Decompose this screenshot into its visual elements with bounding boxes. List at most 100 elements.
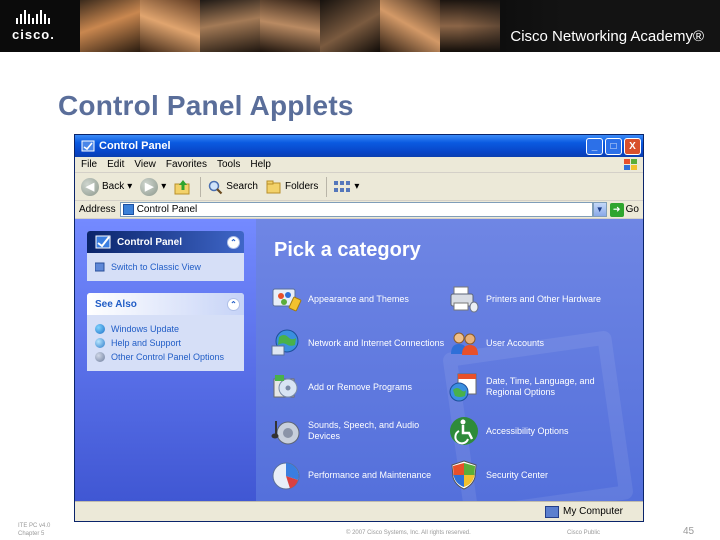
go-label: Go: [625, 204, 639, 215]
banner-photo: [320, 0, 380, 52]
pick-category-heading: Pick a category: [274, 239, 421, 261]
menu-file[interactable]: File: [81, 159, 97, 170]
windows-logo-icon: [624, 158, 637, 170]
networking-academy-logo: Cisco Networking Academy®: [510, 28, 704, 45]
category-performance-maintenance[interactable]: Performance and Maintenance: [270, 453, 448, 497]
category-label: Add or Remove Programs: [308, 381, 413, 392]
window-title: Control Panel: [99, 140, 171, 152]
folders-button[interactable]: Folders: [266, 179, 318, 195]
collapse-icon[interactable]: ⌃: [227, 297, 240, 311]
performance-maintenance-icon: [272, 462, 300, 490]
my-computer-icon: [544, 505, 559, 518]
sounds-audio-icon: [271, 421, 300, 445]
category-label: User Accounts: [486, 337, 545, 348]
category-appearance-themes[interactable]: Appearance and Themes: [270, 277, 448, 321]
search-button[interactable]: Search: [207, 179, 258, 195]
up-folder-icon: [174, 179, 190, 194]
switch-classic-view-link[interactable]: Switch to Classic View: [95, 260, 236, 274]
maximize-button[interactable]: □: [605, 137, 622, 155]
views-button[interactable]: ▾: [333, 180, 359, 194]
search-icon: [209, 180, 223, 194]
window-titlebar[interactable]: Control Panel _ □ X: [75, 135, 643, 157]
footer-course: ITE PC v4.0 Chapter 5: [18, 522, 50, 538]
control-panel-icon: [81, 140, 95, 152]
control-panel-window: Control Panel _ □ X File Edit View Favor…: [74, 134, 644, 522]
category-label: Performance and Maintenance: [308, 469, 432, 480]
footer-copyright: © 2007 Cisco Systems, Inc. All rights re…: [346, 530, 471, 536]
options-icon: [95, 352, 105, 362]
menu-bar: File Edit View Favorites Tools Help: [75, 157, 643, 173]
up-folder-button[interactable]: [174, 178, 192, 196]
cisco-wordmark: cisco.: [12, 27, 55, 42]
banner-photo: [200, 0, 260, 52]
category-user-accounts[interactable]: User Accounts: [448, 321, 626, 365]
classic-view-icon: [95, 262, 105, 272]
category-label: Network and Internet Connections: [308, 337, 445, 348]
address-input[interactable]: Control Panel: [119, 202, 593, 217]
category-label: Appearance and Themes: [308, 293, 409, 304]
category-label: Sounds, Speech, and Audio Devices: [308, 420, 420, 441]
cisco-logo: cisco.: [12, 10, 72, 44]
address-dropdown-button[interactable]: ▼: [592, 202, 607, 217]
category-view: Pick a category Appearance and Themes Pr…: [256, 219, 643, 501]
status-location: My Computer: [562, 506, 623, 517]
control-panel-task-body: Switch to Classic View: [87, 253, 244, 281]
see-also-header[interactable]: See Also ⌃: [87, 293, 244, 315]
category-label: Security Center: [486, 469, 549, 480]
category-label: Printers and Other Hardware: [486, 293, 602, 304]
banner-photo: [140, 0, 200, 52]
help-support-link[interactable]: Help and Support: [95, 336, 236, 350]
printers-hardware-icon: [450, 286, 479, 313]
go-button[interactable]: ➜ Go: [609, 202, 639, 217]
category-sounds-audio[interactable]: Sounds, Speech, and Audio Devices: [270, 409, 448, 453]
banner-photo: [260, 0, 320, 52]
control-panel-task-box: Control Panel ⌃ Switch to Classic View: [87, 231, 244, 281]
address-bar: Address Control Panel ▼ ➜ Go: [75, 201, 643, 219]
address-value: Control Panel: [136, 204, 198, 215]
back-button[interactable]: ◀ Back ▾: [81, 177, 132, 196]
security-center-icon: [451, 460, 477, 490]
accessibility-icon: [450, 417, 478, 445]
toolbar: ◀ Back ▾ ▶ ▾ Search Folders ▾: [75, 173, 643, 201]
page-number: 45: [683, 526, 695, 537]
close-button[interactable]: X: [624, 137, 641, 155]
category-date-time-language[interactable]: Date, Time, Language, and Regional Optio…: [448, 365, 626, 409]
footer-chapter-line: Chapter 5: [18, 531, 45, 537]
see-also-title: See Also: [95, 298, 137, 310]
category-security-center[interactable]: Security Center: [448, 453, 626, 497]
forward-arrow-icon: ▶: [140, 177, 159, 196]
control-panel-icon: [122, 204, 134, 215]
control-panel-task-title: Control Panel: [117, 236, 183, 248]
go-arrow-icon: ➜: [609, 202, 624, 217]
switch-classic-view-label: Switch to Classic View: [111, 262, 201, 272]
see-also-task-box: See Also ⌃ Windows Update Help and Suppo…: [87, 293, 244, 371]
minimize-button[interactable]: _: [586, 137, 603, 155]
category-printers-hardware[interactable]: Printers and Other Hardware: [448, 277, 626, 321]
forward-button[interactable]: ▶ ▾: [140, 177, 166, 196]
menu-view[interactable]: View: [134, 159, 156, 170]
footer-classification: Cisco Public: [567, 530, 601, 536]
category-add-remove-programs[interactable]: Add or Remove Programs: [270, 365, 448, 409]
status-bar: My Computer: [75, 501, 643, 521]
window-body: Control Panel ⌃ Switch to Classic View S…: [75, 219, 643, 501]
menu-help[interactable]: Help: [250, 159, 271, 170]
category-accessibility[interactable]: Accessibility Options: [448, 409, 626, 453]
other-options-link[interactable]: Other Control Panel Options: [95, 350, 236, 364]
folders-label: Folders: [284, 181, 319, 192]
windows-update-icon: [95, 324, 105, 334]
add-remove-programs-icon: [273, 375, 298, 398]
category-label: Date, Time, Language, and Regional Optio…: [486, 376, 595, 397]
cisco-banner: cisco. Cisco Networking Academy®: [0, 0, 720, 52]
footer-course-line: ITE PC v4.0: [18, 523, 51, 529]
menu-edit[interactable]: Edit: [107, 159, 124, 170]
collapse-icon[interactable]: ⌃: [227, 235, 240, 249]
category-network-internet[interactable]: Network and Internet Connections: [270, 321, 448, 365]
windows-update-link[interactable]: Windows Update: [95, 322, 236, 336]
menu-favorites[interactable]: Favorites: [166, 159, 207, 170]
banner-photo: [80, 0, 140, 52]
cisco-bars-icon: [16, 10, 72, 24]
back-label: Back: [102, 181, 125, 192]
banner-photo-strip: [80, 0, 500, 52]
menu-tools[interactable]: Tools: [217, 159, 240, 170]
control-panel-task-header[interactable]: Control Panel ⌃: [87, 231, 244, 253]
